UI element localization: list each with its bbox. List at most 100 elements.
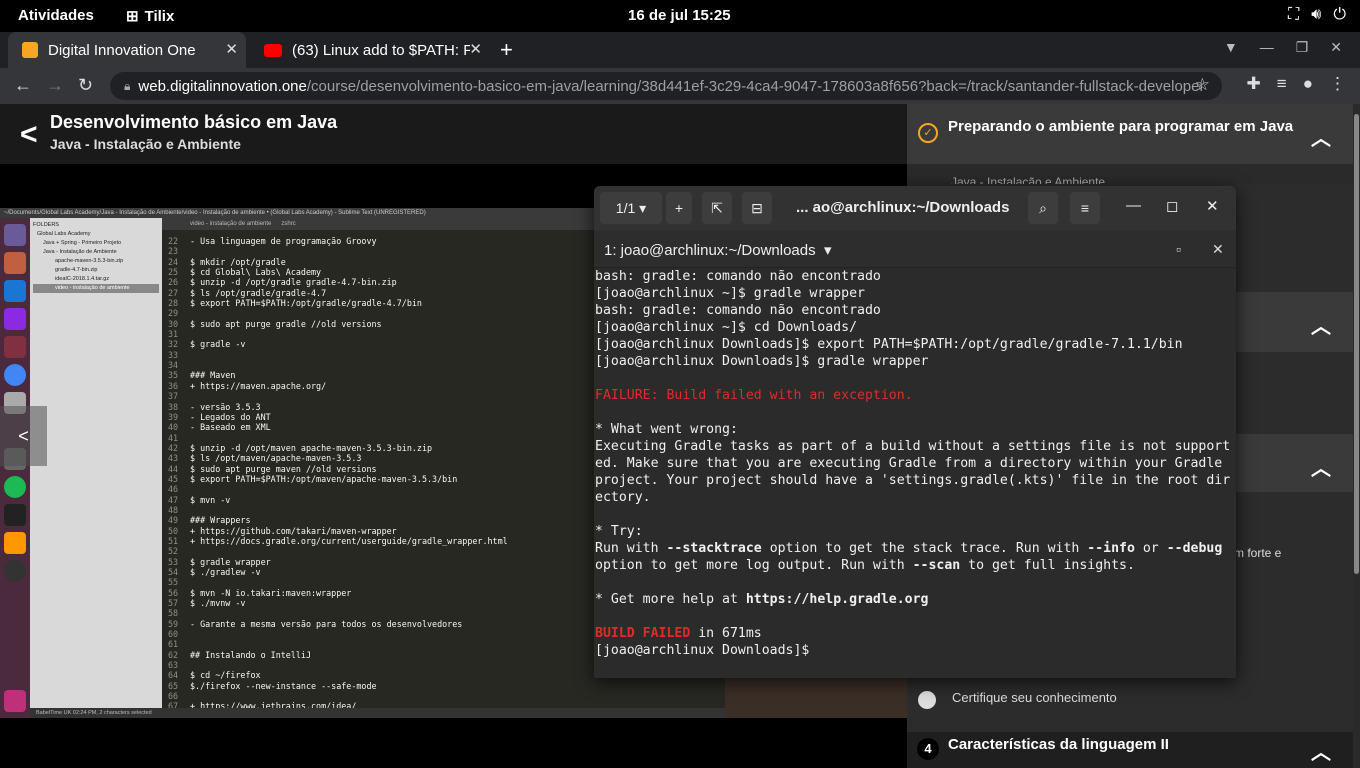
terminal-line: [joao@archlinux Downloads]$ gradle wrapp… xyxy=(595,354,929,369)
close-tab-icon[interactable]: ✕ xyxy=(469,40,482,58)
tab-youtube[interactable]: (63) Linux add to $PATH: F ✕ xyxy=(250,32,490,68)
forward-arrow-icon[interactable]: → xyxy=(46,75,64,96)
line-number: 57 xyxy=(168,598,179,609)
line-text: - versão 3.5.3 xyxy=(190,401,261,412)
new-tab-plus-icon[interactable]: + xyxy=(500,37,513,63)
code-line: 39 - Legados do ANT xyxy=(168,412,508,422)
split-terminal-button[interactable]: ⇱ xyxy=(702,192,732,224)
lesson-item-cert[interactable]: Certifique seu conhecimento xyxy=(907,674,1353,732)
page-scrollbar[interactable] xyxy=(1353,104,1360,768)
chevron-up-icon[interactable]: ︿ xyxy=(1311,122,1331,151)
line-text: - Legados do ANT xyxy=(190,411,271,422)
line-number: 27 xyxy=(168,287,179,298)
menu-kebab-icon[interactable]: ⋮ xyxy=(1329,74,1346,94)
code-line: 38 - versão 3.5.3 xyxy=(168,402,508,412)
profile-avatar-icon[interactable]: ● xyxy=(1303,74,1313,94)
terminal-line: bash: gradle: comando não encontrado xyxy=(595,269,881,284)
media-queue-icon[interactable]: ≡ xyxy=(1277,74,1287,94)
video-prev-button[interactable]: < xyxy=(0,406,47,466)
terminal-line: [joao@archlinux ~]$ gradle wrapper xyxy=(595,286,865,301)
minimize-icon[interactable]: — xyxy=(1260,39,1274,56)
dock-app-icon xyxy=(4,280,26,302)
maximize-icon[interactable]: ❐ xyxy=(1296,39,1309,56)
clock[interactable]: 16 de jul 15:25 xyxy=(628,7,731,24)
line-number: 28 xyxy=(168,298,179,309)
split-down-button[interactable]: ⊟ xyxy=(742,192,772,224)
app-menu[interactable]: ⊞ Tilix xyxy=(126,7,174,26)
terminal-line: Executing Gradle tasks as part of a buil… xyxy=(595,439,1231,454)
line-number: 62 xyxy=(168,649,179,660)
close-icon[interactable]: ✕ xyxy=(1206,197,1219,215)
extensions-puzzle-icon[interactable]: ✚ xyxy=(1247,74,1261,94)
search-button[interactable]: ⌕ xyxy=(1028,192,1058,224)
line-text: $ ./mvnw -v xyxy=(190,598,246,609)
section-header-4[interactable]: 4 Características da linguagem II ︿ xyxy=(907,732,1353,768)
back-arrow-icon[interactable]: ← xyxy=(14,75,32,96)
sublime-sidebar: FOLDERS Global Labs Academy Java + Sprin… xyxy=(30,218,162,708)
network-icon[interactable]: ⛶ xyxy=(1288,6,1299,24)
chevron-left-icon[interactable]: < xyxy=(20,118,38,152)
line-number: 45 xyxy=(168,473,179,484)
lesson-title: Certifique seu conhecimento xyxy=(952,690,1117,705)
dock-app-icon xyxy=(4,308,26,330)
webcam-overlay xyxy=(725,676,907,718)
code-line: 52 xyxy=(168,546,508,556)
tab-digital-innovation[interactable]: Digital Innovation One ✕ xyxy=(8,32,246,68)
code-line: 58 xyxy=(168,608,508,618)
file-item: ideaIC-2018.1.4.tar.gz xyxy=(55,276,110,282)
close-window-icon[interactable]: ✕ xyxy=(1330,39,1342,56)
chevron-up-icon[interactable]: ︿ xyxy=(1311,310,1331,339)
code-line: 60 xyxy=(168,629,508,639)
chevron-up-icon[interactable]: ︿ xyxy=(1311,452,1331,481)
line-number: 54 xyxy=(168,567,179,577)
section-header-1[interactable]: ✓ Preparando o ambiente para programar e… xyxy=(907,104,1353,164)
bookmark-star-icon[interactable]: ☆ xyxy=(1195,75,1210,95)
volume-icon[interactable]: 🔊︎ xyxy=(1311,6,1321,24)
address-bar[interactable]: 🔒︎ web.digitalinnovation.one/course/dese… xyxy=(110,72,1222,100)
code-line: 63 xyxy=(168,660,508,670)
add-session-button[interactable]: + xyxy=(666,192,692,224)
power-icon[interactable]: ⏻ xyxy=(1333,6,1346,24)
line-number: 35 xyxy=(168,370,179,381)
code-line: 41 xyxy=(168,433,508,443)
close-terminal-icon[interactable]: ✕ xyxy=(1212,241,1224,258)
maximize-terminal-icon[interactable]: ▫ xyxy=(1176,241,1181,257)
editor-tab: video - instalação de ambiente xyxy=(190,221,272,227)
section-sub-item[interactable]: Java - Instalação e Ambiente xyxy=(907,164,1353,184)
session-counter: 1/1 xyxy=(615,200,636,216)
line-text: - Garante a mesma versão para todos os d… xyxy=(190,618,463,629)
system-tray[interactable]: ⛶ 🔊︎ ⏻ xyxy=(1288,6,1346,24)
terminal-title[interactable]: 1: joao@archlinux:~/Downloads ▾ xyxy=(604,241,831,259)
code-line: 59 - Garante a mesma versão para todos os… xyxy=(168,619,508,629)
tab-search-icon[interactable]: ▼ xyxy=(1224,39,1238,56)
course-subtitle: Java - Instalação e Ambiente xyxy=(50,136,241,152)
reload-icon[interactable]: ↻ xyxy=(78,75,93,96)
code-line: 25 $ cd Global\ Labs\ Academy xyxy=(168,267,508,277)
minimize-icon[interactable]: — xyxy=(1126,197,1141,214)
close-tab-icon[interactable]: ✕ xyxy=(225,40,238,58)
line-text: $ cd Global\ Labs\ Academy xyxy=(190,267,322,278)
code-line: 46 xyxy=(168,484,508,494)
terminal-line: FAILURE: Build failed with an exception. xyxy=(595,388,913,403)
section-title: Características da linguagem II xyxy=(948,736,1169,753)
line-number: 26 xyxy=(168,277,179,288)
code-line: 49 ### Wrappers xyxy=(168,515,508,525)
lock-icon[interactable]: 🔒︎ xyxy=(124,79,130,94)
folder-item: Java + Spring - Primeiro Projeto xyxy=(43,240,122,246)
code-line: 42 $ unzip -d /opt/maven apache-maven-3.5… xyxy=(168,443,508,453)
session-switcher-button[interactable]: 1/1 ▾ xyxy=(600,192,662,224)
chevron-down-icon: ▾ xyxy=(639,199,647,216)
chevron-up-icon[interactable]: ︿ xyxy=(1311,736,1331,765)
maximize-icon[interactable]: ◻ xyxy=(1166,197,1178,215)
menu-button[interactable]: ≡ xyxy=(1070,192,1100,224)
terminal-output[interactable]: bash: gradle: comando não encontrado [joa… xyxy=(594,268,1236,678)
line-number: 48 xyxy=(168,504,179,515)
line-text: $ sudo apt purge gradle //old versions xyxy=(190,318,382,329)
line-number: 63 xyxy=(168,660,179,671)
chrome-dock-icon xyxy=(4,364,26,386)
code-line: 66 xyxy=(168,691,508,701)
activities-button[interactable]: Atividades xyxy=(18,7,94,24)
tilix-header-bar: 1/1 ▾ + ⇱ ⊟ ... ao@archlinux:~/Downloads… xyxy=(594,186,1236,230)
line-text: ## Instalando o IntelliJ xyxy=(190,649,312,660)
terminal-line: option to get more log output. Run with … xyxy=(595,558,1135,573)
